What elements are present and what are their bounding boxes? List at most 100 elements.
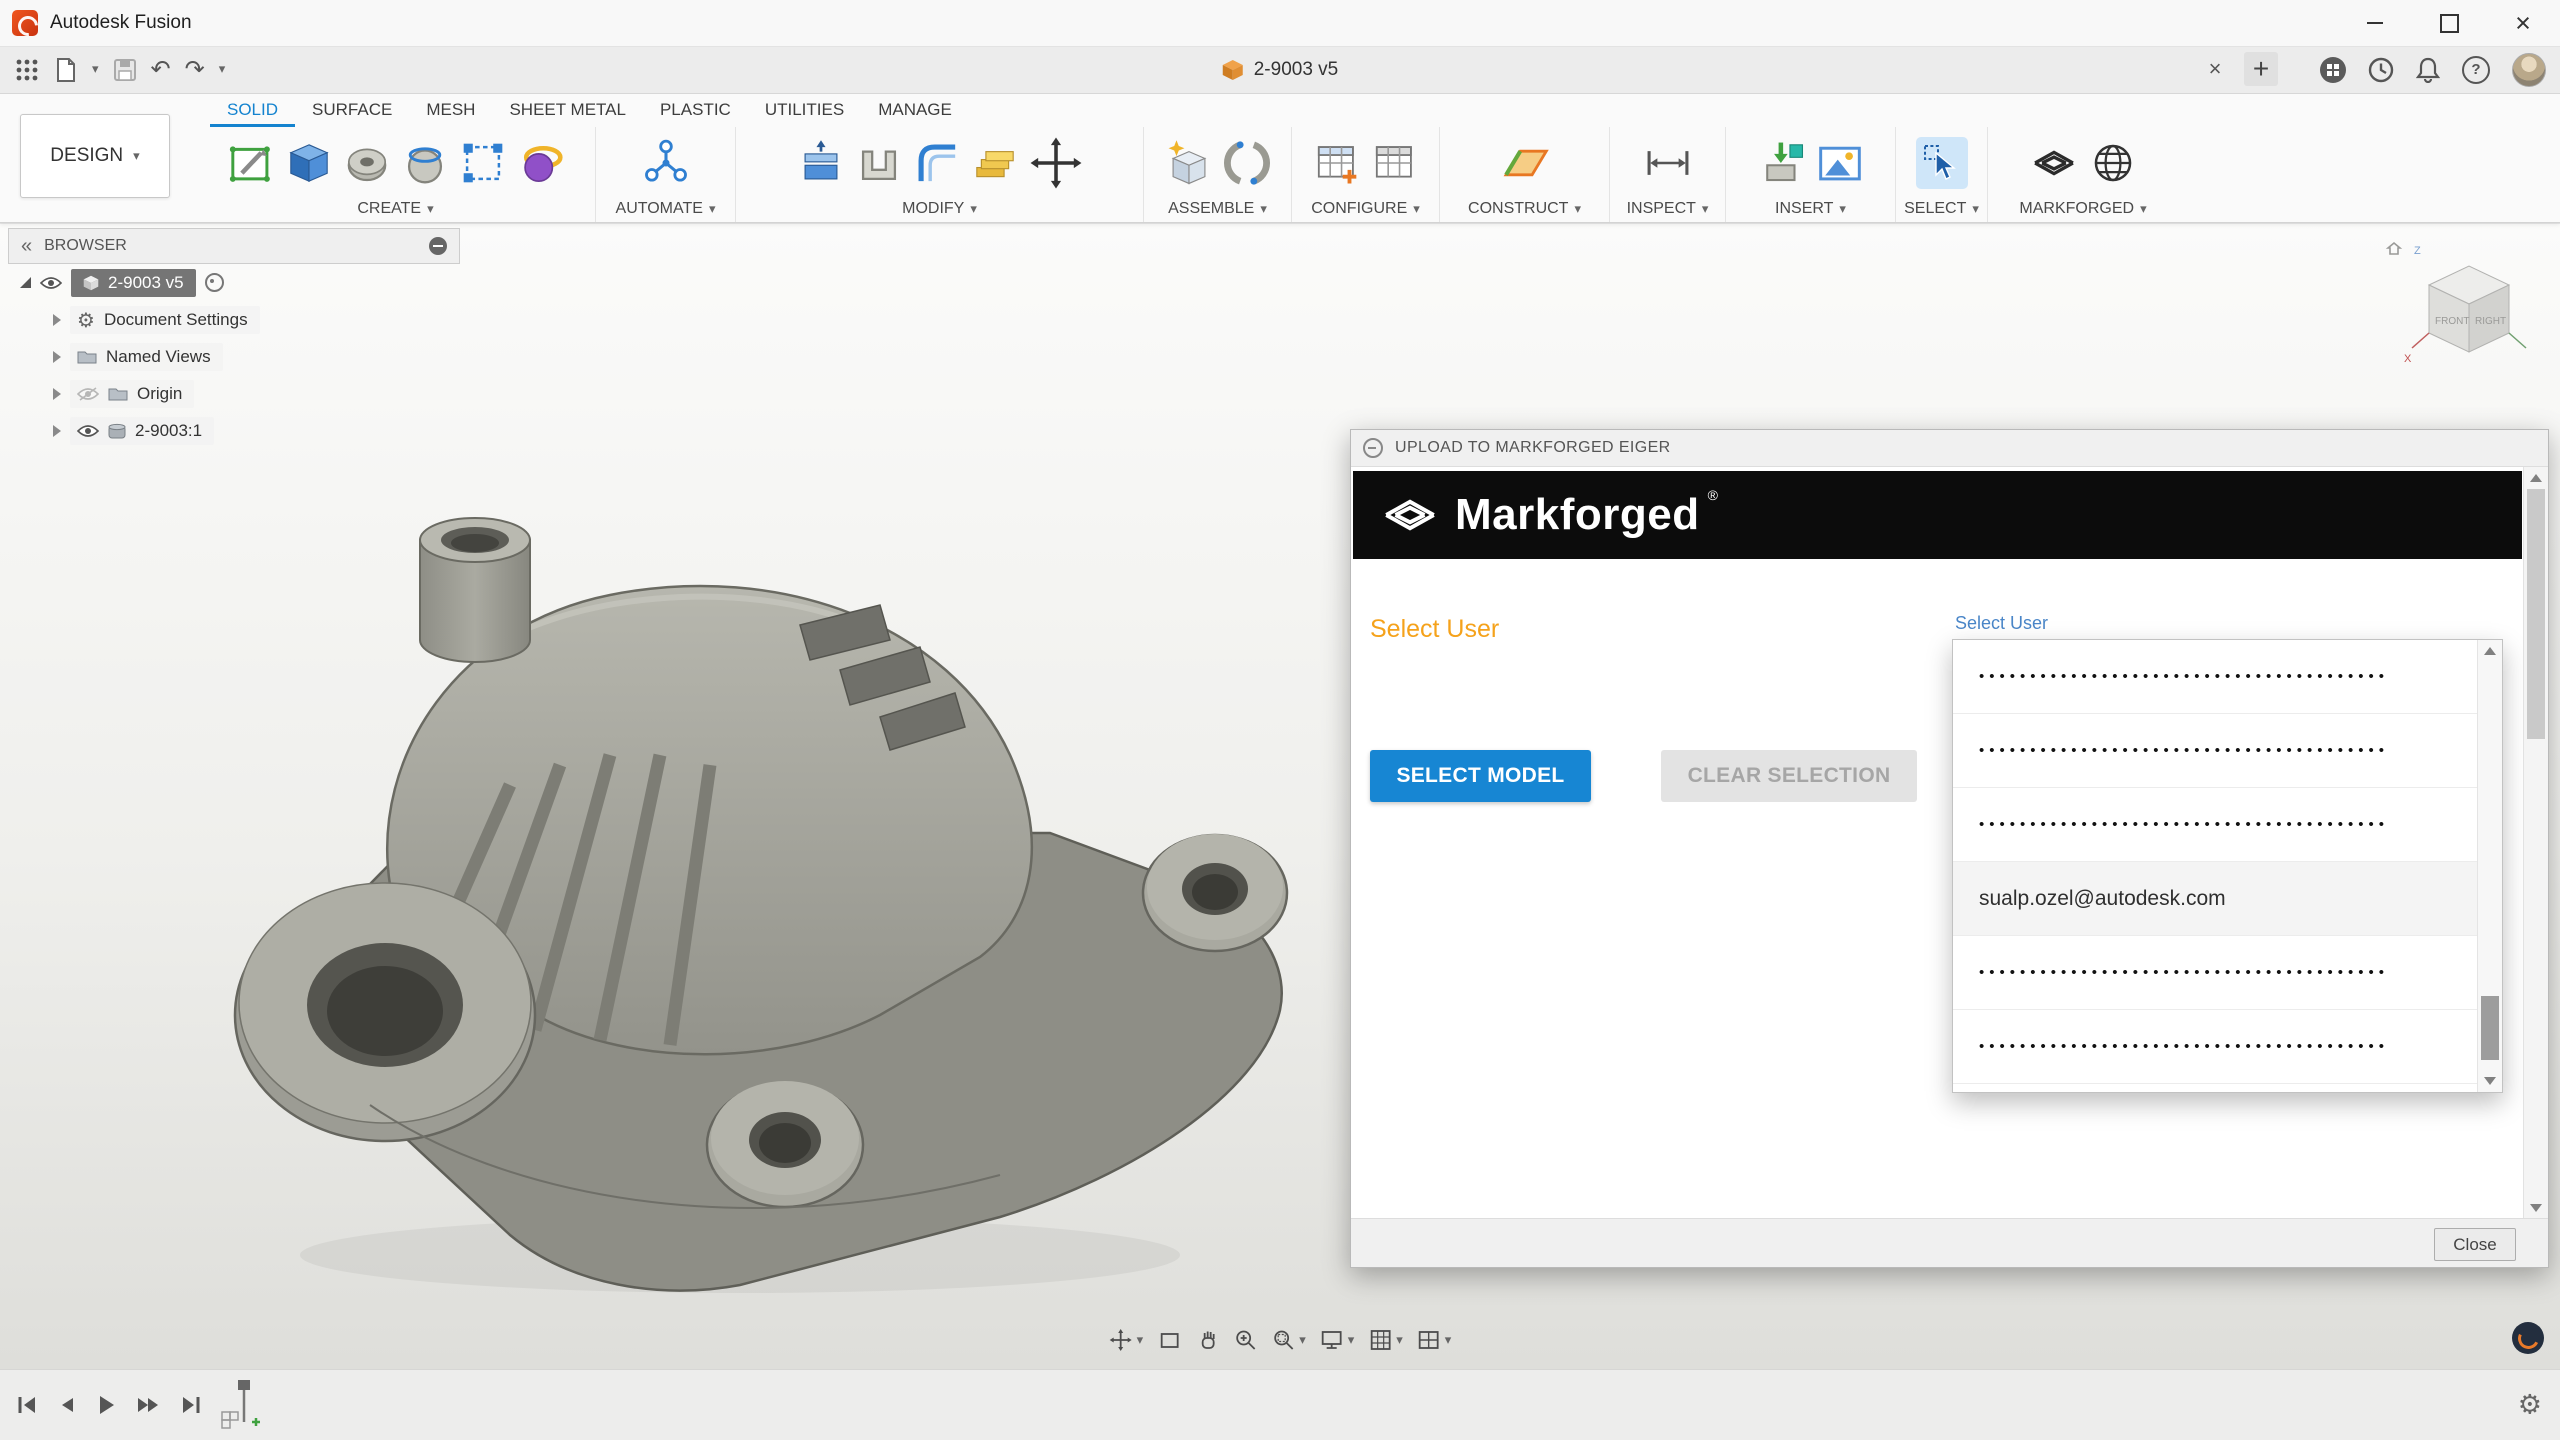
visibility-off-eye-icon[interactable]	[77, 387, 99, 401]
history-clock-icon[interactable]	[2368, 57, 2394, 83]
assemble-group-dropdown[interactable]: ASSEMBLE ▾	[1168, 196, 1267, 222]
browser-root-row[interactable]: 2-9003 v5	[8, 264, 460, 301]
browser-options-icon[interactable]	[429, 237, 447, 255]
create-form-icon[interactable]	[516, 138, 566, 188]
create-coil-icon[interactable]	[400, 138, 450, 188]
zoom-caret-icon[interactable]: ▾	[1299, 1333, 1306, 1348]
expand-closed-icon[interactable]	[53, 314, 61, 326]
zoom-window-icon[interactable]	[1271, 1328, 1295, 1352]
tab-surface[interactable]: SURFACE	[295, 100, 409, 127]
viewport-canvas[interactable]: « BROWSER 2-9003 v5	[0, 224, 2560, 1370]
select-model-button[interactable]: SELECT MODEL	[1370, 750, 1591, 802]
file-menu-caret-icon[interactable]: ▾	[92, 62, 99, 77]
configure-manage-table-icon[interactable]	[1370, 138, 1420, 188]
markforged-group-dropdown[interactable]: MARKFORGED ▾	[2019, 196, 2146, 222]
timeline-play-icon[interactable]	[96, 1394, 116, 1416]
browser-row-named-views[interactable]: Named Views	[8, 338, 460, 375]
browser-row-origin[interactable]: Origin	[8, 375, 460, 412]
zoom-icon[interactable]	[1233, 1328, 1257, 1352]
inspect-group-dropdown[interactable]: INSPECT ▾	[1627, 196, 1709, 222]
markforged-logo-icon[interactable]	[2028, 137, 2080, 189]
insert-group-dropdown[interactable]: INSERT ▾	[1775, 196, 1846, 222]
modify-shell-icon[interactable]	[854, 138, 904, 188]
viewports-icon[interactable]	[1417, 1328, 1441, 1352]
scrollbar-thumb[interactable]	[2527, 489, 2545, 739]
redo-icon[interactable]: ↷	[185, 58, 205, 82]
inspect-measure-icon[interactable]	[1642, 137, 1694, 189]
scroll-down-icon[interactable]	[2484, 1077, 2496, 1085]
clear-selection-button[interactable]: CLEAR SELECTION	[1661, 750, 1917, 802]
assistant-icon[interactable]	[2512, 1322, 2544, 1354]
user-avatar[interactable]	[2512, 53, 2546, 87]
viewports-caret-icon[interactable]: ▾	[1445, 1333, 1452, 1348]
expand-open-icon[interactable]	[20, 277, 31, 288]
minimize-button[interactable]	[2338, 0, 2412, 46]
tab-manage[interactable]: MANAGE	[861, 100, 969, 127]
configure-table-icon[interactable]	[1312, 138, 1362, 188]
display-settings-icon[interactable]	[1320, 1328, 1344, 1352]
modify-combine-icon[interactable]	[970, 138, 1020, 188]
new-tab-button[interactable]: +	[2244, 52, 2278, 86]
view-cube[interactable]: Z FRONT RIGHT X	[2374, 240, 2534, 375]
save-icon[interactable]	[113, 58, 137, 82]
modify-group-dropdown[interactable]: MODIFY ▾	[902, 196, 977, 222]
tab-utilities[interactable]: UTILITIES	[748, 100, 861, 127]
user-option-masked[interactable]: ••••••••••••••••••••••••••••••••••••••••	[1953, 640, 2478, 714]
user-option-masked[interactable]: ••••••••••••••••••••••••••••••••••••••••	[1953, 714, 2478, 788]
file-menu-icon[interactable]	[54, 57, 78, 83]
automate-icon[interactable]	[640, 137, 692, 189]
scroll-up-icon[interactable]	[2530, 474, 2542, 482]
assemble-new-component-icon[interactable]	[1164, 138, 1214, 188]
timeline-go-to-start-icon[interactable]	[16, 1395, 38, 1415]
redo-caret-icon[interactable]: ▾	[219, 62, 226, 77]
display-caret-icon[interactable]: ▾	[1348, 1333, 1355, 1348]
expand-closed-icon[interactable]	[53, 425, 61, 437]
scrollbar-thumb[interactable]	[2481, 996, 2499, 1060]
tab-sheet-metal[interactable]: SHEET METAL	[492, 100, 643, 127]
model-3d-part[interactable]	[180, 455, 1310, 1305]
dialog-collapse-icon[interactable]	[1363, 438, 1383, 458]
help-icon[interactable]: ?	[2462, 56, 2490, 84]
select-cursor-icon[interactable]	[1920, 141, 1964, 185]
assemble-joint-icon[interactable]	[1222, 138, 1272, 188]
root-document-pill[interactable]: 2-9003 v5	[71, 269, 196, 297]
tab-plastic[interactable]: PLASTIC	[643, 100, 748, 127]
user-list-scrollbar[interactable]	[2477, 640, 2502, 1092]
visibility-eye-icon[interactable]	[77, 424, 99, 438]
create-revolve-icon[interactable]	[342, 138, 392, 188]
eiger-globe-icon[interactable]	[2088, 138, 2138, 188]
maximize-button[interactable]	[2412, 0, 2486, 46]
select-group-dropdown[interactable]: SELECT ▾	[1904, 196, 1979, 222]
pan-hand-icon[interactable]	[1195, 1328, 1219, 1352]
scroll-down-icon[interactable]	[2530, 1204, 2542, 1212]
create-group-dropdown[interactable]: CREATE ▾	[357, 196, 433, 222]
app-grid-icon[interactable]	[14, 57, 40, 83]
modify-move-icon[interactable]	[1028, 135, 1084, 191]
visibility-eye-icon[interactable]	[40, 276, 62, 290]
construct-group-dropdown[interactable]: CONSTRUCT ▾	[1468, 196, 1581, 222]
display-state-icon[interactable]	[205, 273, 224, 292]
timeline-step-forward-icon[interactable]	[136, 1395, 160, 1415]
orbit-pan-icon[interactable]	[1109, 1328, 1133, 1352]
expand-closed-icon[interactable]	[53, 351, 61, 363]
document-close-button[interactable]: ×	[2200, 54, 2230, 84]
orbit-caret-icon[interactable]: ▾	[1137, 1333, 1144, 1348]
extensions-icon[interactable]	[2320, 57, 2346, 83]
browser-row-document-settings[interactable]: ⚙ Document Settings	[8, 301, 460, 338]
dialog-scrollbar[interactable]	[2523, 467, 2548, 1219]
create-box-icon[interactable]	[284, 138, 334, 188]
notifications-bell-icon[interactable]	[2416, 57, 2440, 83]
timeline-go-to-end-icon[interactable]	[180, 1395, 202, 1415]
user-option-email[interactable]: sualp.ozel@autodesk.com	[1953, 862, 2478, 936]
tab-solid[interactable]: SOLID	[210, 100, 295, 127]
dialog-header[interactable]: UPLOAD TO MARKFORGED EIGER	[1351, 430, 2548, 467]
construct-plane-icon[interactable]	[1499, 137, 1551, 189]
browser-collapse-icon[interactable]: «	[21, 235, 32, 258]
automate-group-dropdown[interactable]: AUTOMATE ▾	[616, 196, 716, 222]
expand-closed-icon[interactable]	[53, 388, 61, 400]
modify-fillet-icon[interactable]	[912, 138, 962, 188]
modify-press-pull-icon[interactable]	[796, 138, 846, 188]
user-option-masked[interactable]: ••••••••••••••••••••••••••••••••••••••••	[1953, 788, 2478, 862]
browser-row-body[interactable]: 2-9003:1	[8, 412, 460, 449]
scroll-up-icon[interactable]	[2484, 647, 2496, 655]
